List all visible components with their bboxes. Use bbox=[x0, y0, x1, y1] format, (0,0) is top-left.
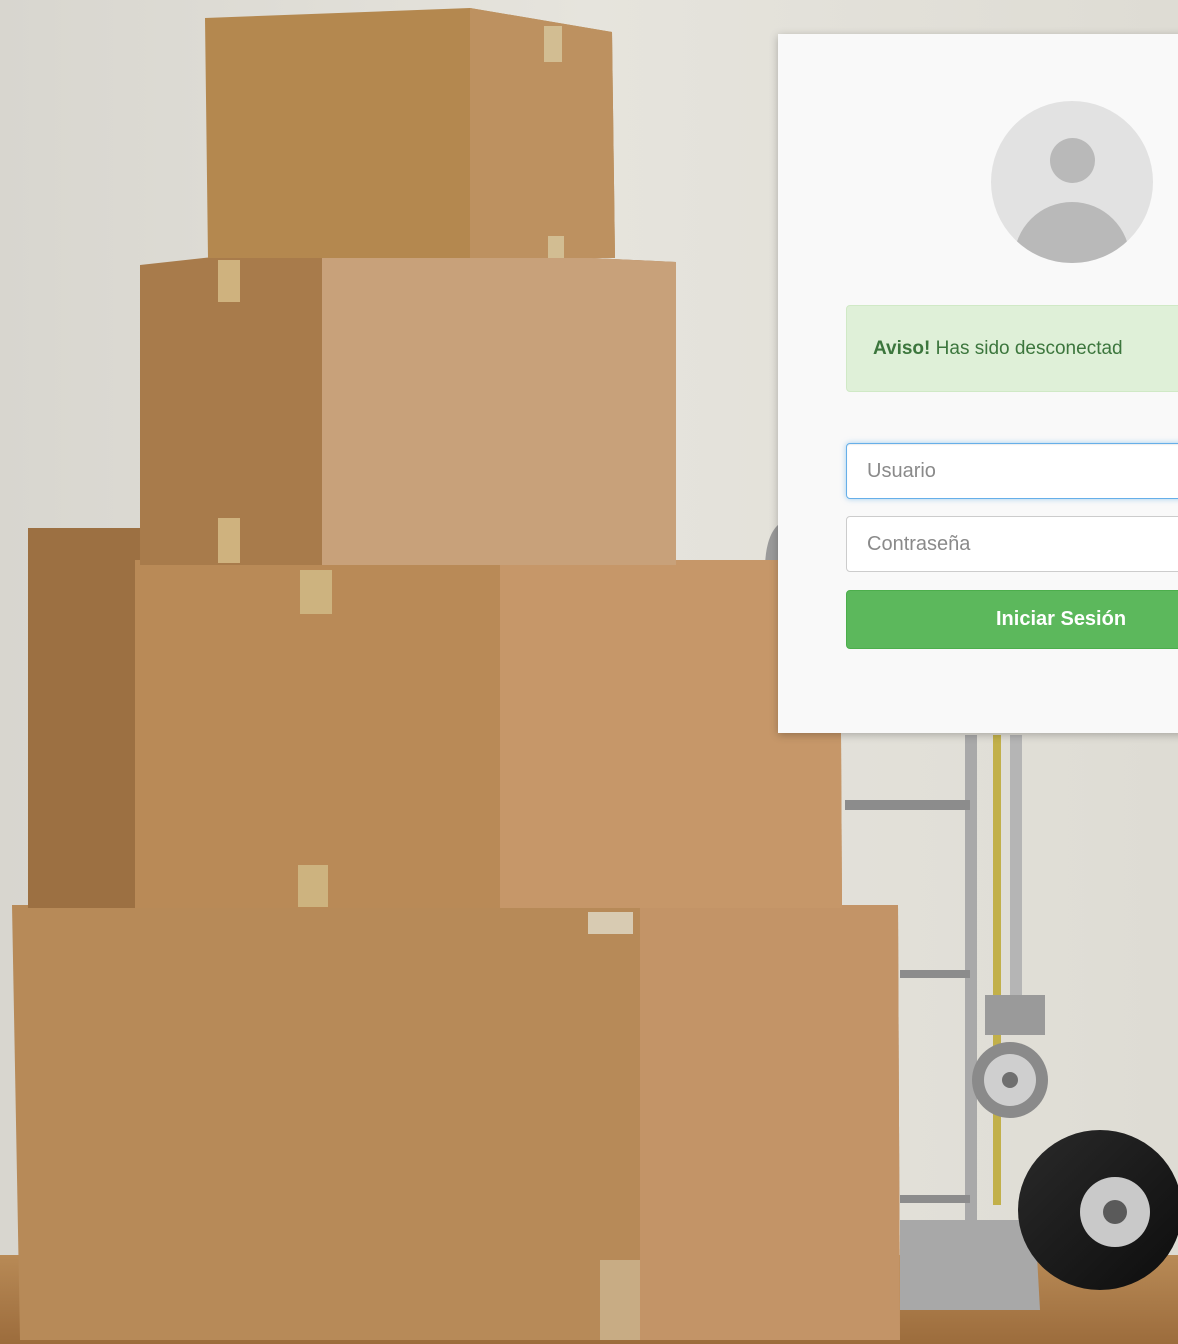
login-panel: Aviso! Has sido desconectad Iniciar Sesi… bbox=[778, 34, 1178, 733]
alert-message: Has sido desconectad bbox=[935, 338, 1123, 359]
username-input[interactable] bbox=[846, 443, 1178, 499]
alert-title: Aviso! bbox=[873, 338, 931, 359]
avatar-head-shape bbox=[1050, 138, 1095, 183]
logout-alert: Aviso! Has sido desconectad bbox=[846, 305, 1178, 392]
password-input[interactable] bbox=[846, 516, 1178, 572]
default-user-avatar-icon bbox=[991, 101, 1153, 263]
login-button[interactable]: Iniciar Sesión bbox=[846, 590, 1178, 649]
avatar-body-shape bbox=[1014, 202, 1130, 263]
